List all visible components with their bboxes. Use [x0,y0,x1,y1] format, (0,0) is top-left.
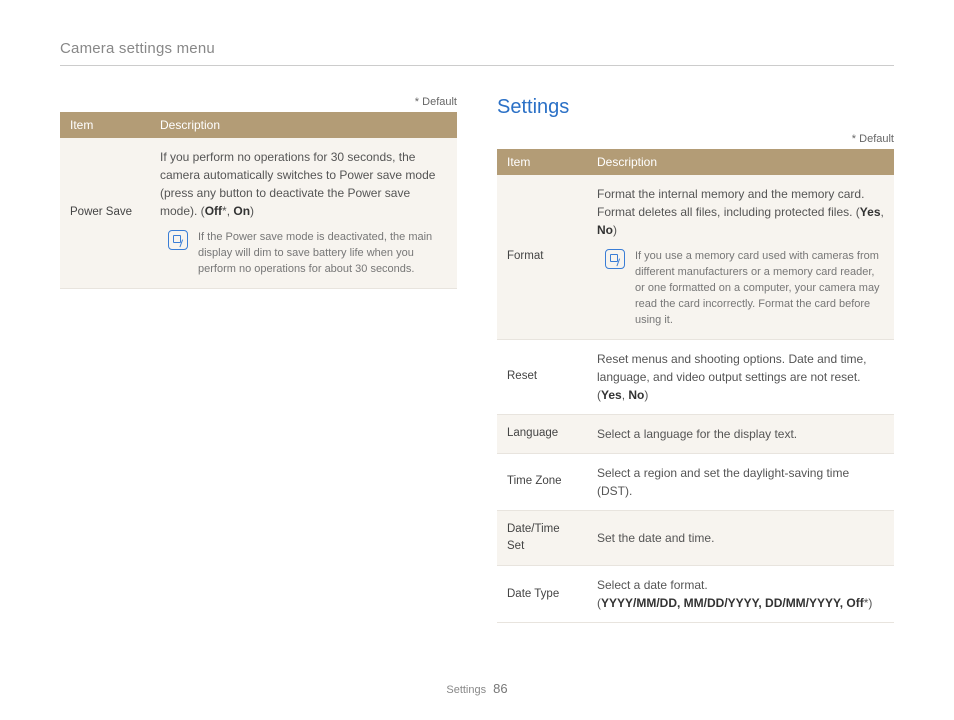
item-time-zone: Time Zone [497,453,587,510]
footer-section: Settings [446,684,486,696]
note-icon [605,249,625,269]
desc-date-time-set: Set the date and time. [587,510,894,566]
desc-reset: Reset menus and shooting options. Date a… [587,339,894,414]
opt-yes: Yes [601,388,622,402]
opt-on: On [233,204,250,218]
right-column: Settings * Default Item Description Form… [497,96,894,623]
left-column: * Default Item Description Power Save If… [60,96,457,623]
opt-yes: Yes [860,205,881,219]
opt-off: Off [205,204,222,218]
desc-text: Select a date format. [597,578,708,592]
note-text: If the Power save mode is deactivated, t… [198,230,447,278]
item-power-save: Power Save [60,138,150,288]
desc-language: Select a language for the display text. [587,414,894,453]
desc-text: Format the internal memory and the memor… [597,187,864,219]
page-footer: Settings 86 [0,681,954,696]
page-title: Camera settings menu [60,40,894,66]
col-header-item: Item [497,149,587,175]
default-note-right: * Default [497,133,894,145]
opt-sep: , [881,205,884,219]
desc-text: If you perform no operations for 30 seco… [160,150,435,218]
col-header-description: Description [150,112,457,138]
item-date-time-set: Date/Time Set [497,510,587,566]
opt-close: ) [250,204,254,218]
desc-date-type: Select a date format. (YYYY/MM/DD, MM/DD… [587,566,894,623]
note-text: If you use a memory card used with camer… [635,249,884,329]
desc-time-zone: Select a region and set the daylight-sav… [587,453,894,510]
table-row: Time Zone Select a region and set the da… [497,453,894,510]
default-note-left: * Default [60,96,457,108]
note-format: If you use a memory card used with camer… [597,249,884,329]
opt-close: ) [613,223,617,237]
opt-date-formats: YYYY/MM/DD, MM/DD/YYYY, DD/MM/YYYY, Off [601,596,864,610]
item-date-type: Date Type [497,566,587,623]
table-row: Format Format the internal memory and th… [497,175,894,339]
left-settings-table: Item Description Power Save If you perfo… [60,112,457,289]
col-header-item: Item [60,112,150,138]
right-settings-table: Item Description Format Format the inter… [497,149,894,623]
opt-close: ) [868,596,872,610]
item-reset: Reset [497,339,587,414]
desc-power-save: If you perform no operations for 30 seco… [150,138,457,288]
settings-heading: Settings [497,96,894,119]
note-icon [168,230,188,250]
table-row: Reset Reset menus and shooting options. … [497,339,894,414]
item-language: Language [497,414,587,453]
table-row: Power Save If you perform no operations … [60,138,457,288]
item-format: Format [497,175,587,339]
opt-close: ) [644,388,648,402]
opt-no: No [628,388,644,402]
desc-format: Format the internal memory and the memor… [587,175,894,339]
table-row: Language Select a language for the displ… [497,414,894,453]
opt-no: No [597,223,613,237]
col-header-description: Description [587,149,894,175]
footer-page-number: 86 [493,681,507,696]
table-row: Date Type Select a date format. (YYYY/MM… [497,566,894,623]
table-row: Date/Time Set Set the date and time. [497,510,894,566]
note-power-save: If the Power save mode is deactivated, t… [160,230,447,278]
